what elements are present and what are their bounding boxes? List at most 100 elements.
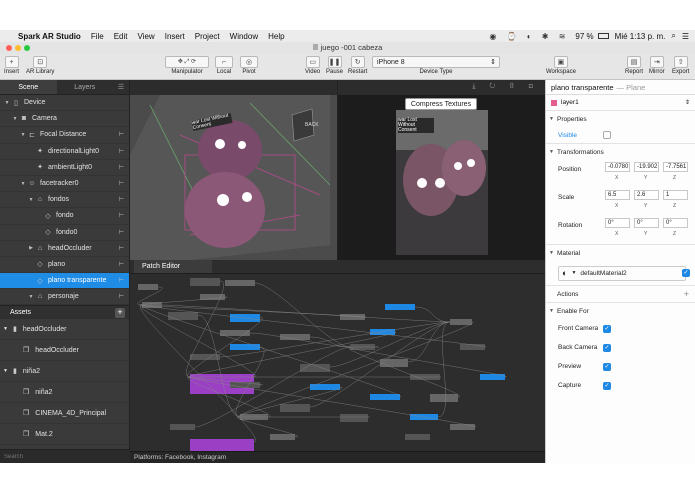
patch-link-icon[interactable]: ⊢ (119, 180, 124, 187)
simulator-icons[interactable]: ⤓ ↻ ▯ ⊡ (472, 83, 539, 91)
patch-node[interactable] (138, 284, 158, 290)
patch-node[interactable] (450, 424, 475, 430)
expand-toggle-icon[interactable]: ▼ (19, 181, 27, 187)
material-section[interactable]: ▼ Material (546, 244, 695, 261)
scale-z-field[interactable]: 1 (663, 190, 688, 200)
menu-edit[interactable]: Edit (114, 32, 128, 41)
tab-scene[interactable]: Scene (0, 80, 57, 94)
expand-toggle-icon[interactable]: ▼ (19, 132, 27, 138)
menu-insert[interactable]: Insert (165, 32, 185, 41)
scene-viewport[interactable]: BACK war Lost Without Consent (130, 80, 338, 260)
patch-node[interactable] (225, 280, 255, 286)
asset-item[interactable]: ❒ Mat.2 (0, 424, 129, 446)
search-input[interactable] (4, 453, 126, 461)
mirror-button[interactable]: ⇥ Mirror (649, 56, 665, 75)
scene-item[interactable]: ◇ plano ⊢ (0, 257, 129, 274)
patch-graph[interactable] (130, 274, 545, 459)
rotation-z-field[interactable]: 0° (663, 218, 688, 228)
add-asset-button[interactable]: + (115, 308, 125, 319)
patch-node[interactable] (370, 394, 400, 400)
expand-toggle-icon[interactable]: ▼ (3, 326, 13, 332)
asset-item[interactable]: ❒ niña2 (0, 382, 129, 404)
patch-node[interactable] (168, 312, 198, 320)
position-x-field[interactable]: -0.0780 (605, 162, 630, 172)
search-icon[interactable]: ⌕ (671, 31, 675, 41)
workspace-button[interactable]: ▣ Workspace (546, 56, 576, 75)
visible-checkbox[interactable] (603, 131, 611, 139)
properties-section[interactable]: ▼ Properties (546, 110, 695, 127)
scale-y-field[interactable]: 2.6 (634, 190, 659, 200)
menu-help[interactable]: Help (268, 32, 284, 41)
patch-node[interactable] (430, 394, 458, 402)
pause-button[interactable]: ❚❚ Pause (326, 56, 343, 75)
scene-item[interactable]: ◇ fondo ⊢ (0, 208, 129, 225)
patch-node[interactable] (385, 304, 415, 310)
menu-file[interactable]: File (91, 32, 104, 41)
add-action-button[interactable]: + (684, 289, 689, 299)
close-dot[interactable] (6, 45, 12, 51)
position-y-field[interactable]: -19.902 (634, 162, 659, 172)
patch-node[interactable] (480, 374, 505, 380)
transformations-section[interactable]: ▼ Transformations (546, 143, 695, 160)
ar-library-button[interactable]: ⊡ AR Library (26, 56, 54, 75)
capture-checkbox[interactable]: ✓ (603, 381, 611, 390)
asset-search[interactable] (0, 449, 130, 463)
patch-link-icon[interactable]: ⊢ (119, 261, 124, 268)
tab-patch-editor[interactable]: Patch Editor (134, 260, 212, 273)
scale-x-field[interactable]: 6.5 (605, 190, 630, 200)
tab-layers[interactable]: Layers (57, 80, 114, 94)
patch-node[interactable] (310, 384, 340, 390)
scene-item[interactable]: ✦ directionalLight0 ⊢ (0, 144, 129, 160)
scene-item[interactable]: ◇ plano transparente ⊢ (0, 273, 129, 290)
manipulator-control[interactable]: ✥ ⤢ ⟳ Manipulator (165, 56, 209, 75)
expand-toggle-icon[interactable]: ▼ (11, 116, 19, 122)
patch-node[interactable] (380, 359, 408, 367)
preview-checkbox[interactable]: ✓ (603, 362, 611, 371)
scene-item[interactable]: ▼ ◙ Camera (0, 111, 129, 128)
export-button[interactable]: ⇧ Export (672, 56, 689, 75)
menu-app[interactable]: Spark AR Studio (18, 32, 81, 41)
asset-item[interactable]: ▼ ▮ headOccluder (0, 319, 129, 341)
clock[interactable]: Mié 1:13 p. m. (615, 32, 666, 41)
patch-node[interactable] (230, 344, 260, 350)
menu-project[interactable]: Project (195, 32, 220, 41)
report-button[interactable]: ▤ Report (625, 56, 643, 75)
layer-select[interactable]: layer1 ⇕ (546, 95, 695, 110)
menu-window[interactable]: Window (230, 32, 258, 41)
pivot-button[interactable]: ◎ Pivot (240, 56, 258, 75)
expand-toggle-icon[interactable]: ▶ (27, 245, 35, 251)
patch-node[interactable] (190, 278, 220, 286)
asset-item[interactable]: ❒ CINEMA_4D_Principal (0, 403, 129, 425)
position-z-field[interactable]: -7.7561 (663, 162, 688, 172)
back-label[interactable]: BACK (305, 122, 319, 128)
patch-node[interactable] (300, 364, 330, 372)
panel-menu-icon[interactable]: ☰ (113, 80, 129, 94)
patch-link-icon[interactable]: ⊢ (119, 148, 124, 155)
material-checkbox[interactable]: ✓ (682, 269, 690, 277)
asset-item[interactable]: ▼ ▮ niña2 (0, 361, 129, 383)
device-dropdown[interactable]: iPhone 8 ⇕ (372, 56, 500, 68)
local-button[interactable]: ⌐ Local (215, 56, 233, 75)
material-picker[interactable]: ◐ ▼ defaultMaterial2 (558, 265, 686, 281)
patch-link-icon[interactable]: ⊢ (119, 245, 124, 252)
scene-item[interactable]: ▶ ⌂ headOccluder ⊢ (0, 241, 129, 257)
battery-indicator[interactable]: 97 % (575, 32, 593, 41)
actions-section[interactable]: Actions + (546, 285, 695, 302)
patch-link-icon[interactable]: ⊢ (119, 131, 124, 138)
scene-item[interactable]: ▼ ⌂ fondos ⊢ (0, 192, 129, 209)
patch-link-icon[interactable]: ⊢ (119, 293, 124, 300)
expand-toggle-icon[interactable]: ▼ (27, 294, 35, 300)
scene-item[interactable]: ✦ ambientLight0 ⊢ (0, 160, 129, 176)
video-button[interactable]: ▭ Video (305, 56, 320, 75)
patch-node[interactable] (450, 319, 472, 325)
patch-link-icon[interactable]: ⊢ (119, 196, 124, 203)
back-camera-checkbox[interactable]: ✓ (603, 343, 611, 352)
scene-item[interactable]: ▼ ▯ Device (0, 95, 129, 112)
patch-link-icon[interactable]: ⊢ (119, 277, 124, 284)
minimize-dot[interactable] (15, 45, 21, 51)
scene-item[interactable]: ▼ ⊏ Focal Distance ⊢ (0, 127, 129, 144)
insert-button[interactable]: + Insert (4, 56, 19, 75)
patch-link-icon[interactable]: ⊢ (119, 229, 124, 236)
patch-link-icon[interactable]: ⊢ (119, 164, 124, 171)
front-camera-checkbox[interactable]: ✓ (603, 324, 611, 333)
